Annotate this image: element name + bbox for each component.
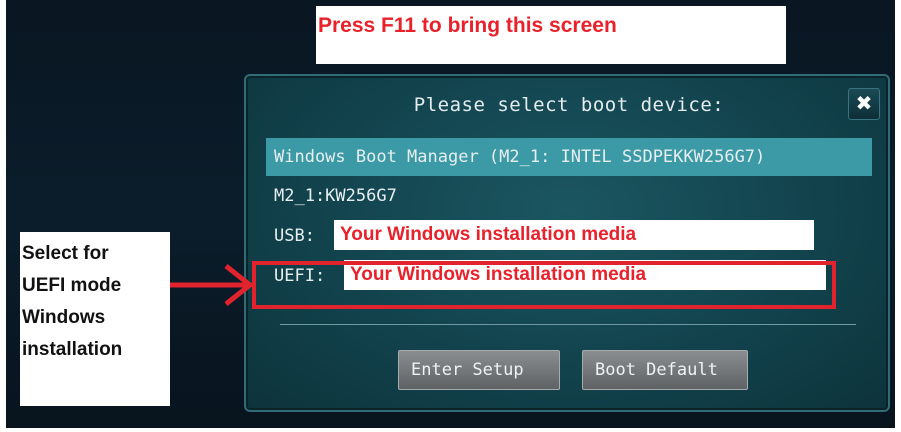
top-annotation-callout: Press F11 to bring this screen [316,6,786,64]
boot-item-windows-boot-manager[interactable]: Windows Boot Manager (M2_1: INTEL SSDPEK… [266,138,872,176]
left-annotation-line: UEFI mode [22,275,122,296]
boot-item-prefix: UEFI: [274,266,326,286]
close-icon: ✖ [855,91,873,115]
dialog-divider [280,324,856,325]
close-button[interactable]: ✖ [848,88,880,120]
left-annotation-line: Windows [22,307,106,328]
usb-media-annotation: Your Windows installation media [334,220,814,250]
boot-device-dialog: Please select boot device: ✖ Windows Boo… [244,74,890,412]
dialog-title: Please select boot device: [413,94,725,116]
left-annotation-callout: Select for UEFI mode Windows installatio… [20,232,170,406]
left-annotation-line: installation [22,339,123,360]
frame-right-edge [895,0,901,432]
frame-left-edge [0,0,6,432]
frame-bottom-edge [0,428,901,432]
boot-item-m2[interactable]: M2_1:KW256G7 [266,176,872,216]
enter-setup-button[interactable]: Enter Setup [398,350,560,390]
left-annotation-line: Select for [22,243,109,264]
boot-default-button[interactable]: Boot Default [582,350,748,390]
arrow-right-icon [170,264,254,306]
uefi-highlight-box [252,261,836,309]
boot-item-label: Windows Boot Manager (M2_1: INTEL SSDPEK… [274,147,766,167]
boot-item-label: M2_1:KW256G7 [274,186,397,206]
boot-item-usb[interactable]: USB: Your Windows installation media [266,216,872,256]
top-annotation-text: Press F11 to bring this screen [318,14,617,37]
boot-item-prefix: USB: [274,226,315,246]
